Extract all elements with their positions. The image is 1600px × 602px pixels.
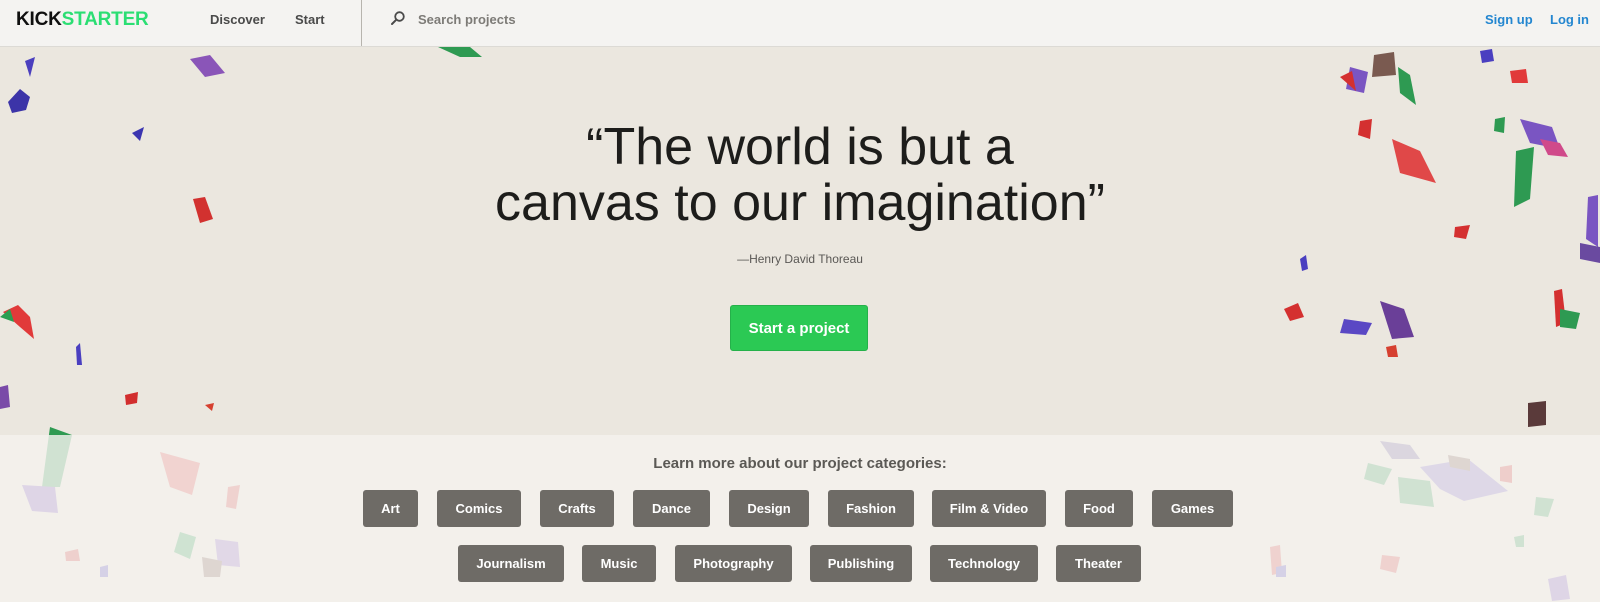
logo-kick-text: KICK bbox=[16, 9, 62, 30]
category-art[interactable]: Art bbox=[363, 490, 418, 527]
quote-line-2: canvas to our imagination” bbox=[495, 174, 1105, 232]
search-icon[interactable] bbox=[390, 10, 406, 31]
hero-section: “The world is but a canvas to our imagin… bbox=[0, 47, 1600, 435]
start-link[interactable]: Start bbox=[295, 12, 325, 28]
nav-divider bbox=[361, 0, 362, 46]
quote-line-1: “The world is but a bbox=[586, 118, 1014, 176]
category-theater[interactable]: Theater bbox=[1056, 545, 1141, 582]
search-bar[interactable]: Search projects bbox=[390, 9, 516, 31]
start-a-project-button[interactable]: Start a project bbox=[730, 305, 868, 351]
category-games[interactable]: Games bbox=[1152, 490, 1233, 527]
logo-starter-text: STARTER bbox=[61, 9, 149, 30]
sign-up-link[interactable]: Sign up bbox=[1485, 12, 1533, 28]
category-technology[interactable]: Technology bbox=[930, 545, 1038, 582]
top-nav: KICKSTARTER Discover Start Search projec… bbox=[0, 0, 1600, 47]
quote-attribution: —Henry David Thoreau bbox=[737, 252, 863, 266]
category-comics[interactable]: Comics bbox=[437, 490, 521, 527]
category-journalism[interactable]: Journalism bbox=[458, 545, 564, 582]
discover-link[interactable]: Discover bbox=[210, 12, 265, 28]
kickstarter-logo[interactable]: KICKSTARTER bbox=[16, 9, 149, 31]
category-design[interactable]: Design bbox=[729, 490, 809, 527]
category-crafts[interactable]: Crafts bbox=[540, 490, 614, 527]
category-photography[interactable]: Photography bbox=[675, 545, 792, 582]
category-fashion[interactable]: Fashion bbox=[828, 490, 914, 527]
hero-quote: “The world is but a canvas to our imagin… bbox=[0, 119, 1600, 231]
category-music[interactable]: Music bbox=[582, 545, 656, 582]
category-publishing[interactable]: Publishing bbox=[810, 545, 912, 582]
search-input[interactable]: Search projects bbox=[418, 12, 516, 28]
category-food[interactable]: Food bbox=[1065, 490, 1133, 527]
log-in-link[interactable]: Log in bbox=[1550, 12, 1589, 28]
categories-section: Learn more about our project categories:… bbox=[0, 435, 1600, 602]
category-film-video[interactable]: Film & Video bbox=[932, 490, 1046, 527]
categories-heading: Learn more about our project categories: bbox=[653, 455, 947, 472]
category-dance[interactable]: Dance bbox=[633, 490, 710, 527]
